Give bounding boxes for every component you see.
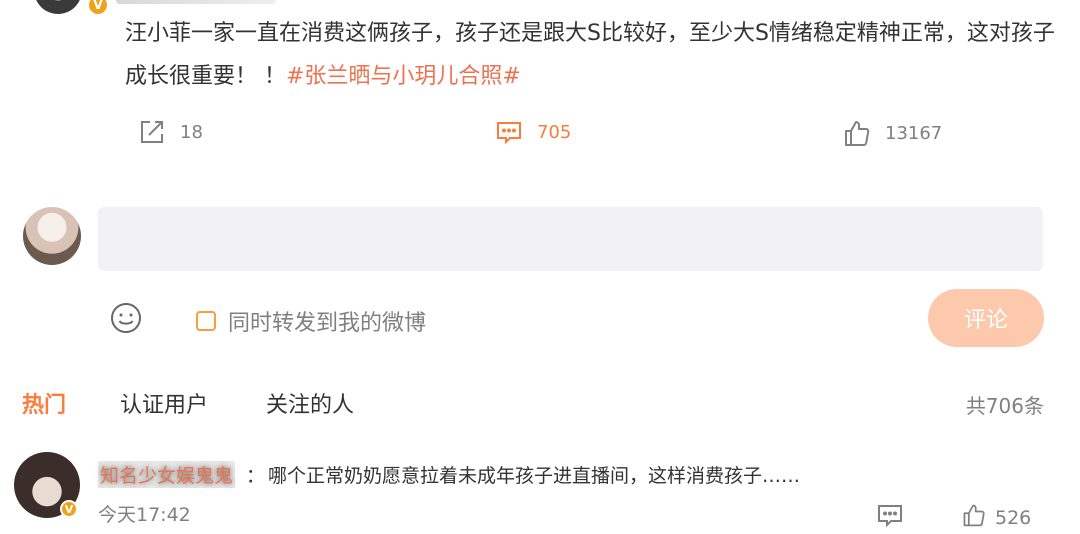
- tab-verified-users[interactable]: 认证用户: [120, 387, 208, 419]
- comment-button[interactable]: 705: [495, 118, 571, 146]
- thumbs-up-icon: [961, 502, 987, 533]
- hashtag-link[interactable]: #张兰晒与小玥儿合照#: [286, 64, 521, 89]
- tab-hot[interactable]: 热门: [22, 387, 66, 419]
- like-button[interactable]: 13167: [843, 118, 942, 148]
- verified-badge: V: [87, 0, 109, 16]
- share-icon: [138, 118, 166, 146]
- commenter-name[interactable]: 知名少女娱鬼鬼: [98, 461, 236, 488]
- commenter-verified-badge: V: [60, 500, 78, 518]
- comment-input[interactable]: [98, 207, 1043, 271]
- post-text: 汪小菲一家一直在消费这俩孩子，孩子还是跟大S比较好，至少大S情绪稳定精神正常，这…: [125, 12, 1055, 98]
- author-avatar[interactable]: [34, 0, 82, 14]
- comment-separator: ：: [246, 465, 266, 487]
- like-count: 13167: [885, 122, 943, 144]
- comment-time: 今天17:42: [98, 504, 191, 526]
- comment-like-button[interactable]: 526: [961, 502, 1031, 533]
- comment-like-count: 526: [995, 506, 1032, 529]
- forward-to-weibo-label: 同时转发到我的微博: [228, 311, 427, 336]
- reply-button[interactable]: [876, 502, 904, 534]
- reply-icon: [876, 505, 904, 534]
- submit-comment-button[interactable]: 评论: [928, 289, 1044, 347]
- forward-count: 18: [180, 121, 203, 143]
- comment-total: 共706条: [965, 394, 1044, 418]
- tab-following[interactable]: 关注的人: [266, 387, 354, 419]
- author-name-cropped: [116, 0, 276, 4]
- forward-button[interactable]: 18: [138, 118, 203, 146]
- comment-icon: [495, 118, 523, 146]
- forward-to-weibo-checkbox[interactable]: 同时转发到我的微博: [196, 305, 426, 337]
- comment-count: 705: [537, 121, 572, 143]
- smiley-icon: [110, 303, 142, 338]
- comment-text: 哪个正常奶奶愿意拉着未成年孩子进直播间，这样消费孩子……: [268, 465, 801, 487]
- my-avatar[interactable]: [23, 207, 81, 265]
- post-body: 汪小菲一家一直在消费这俩孩子，孩子还是跟大S比较好，至少大S情绪稳定精神正常，这…: [125, 21, 1055, 89]
- emoji-button[interactable]: [110, 302, 142, 334]
- thumbs-up-icon: [843, 118, 871, 148]
- checkbox-box[interactable]: [196, 311, 216, 331]
